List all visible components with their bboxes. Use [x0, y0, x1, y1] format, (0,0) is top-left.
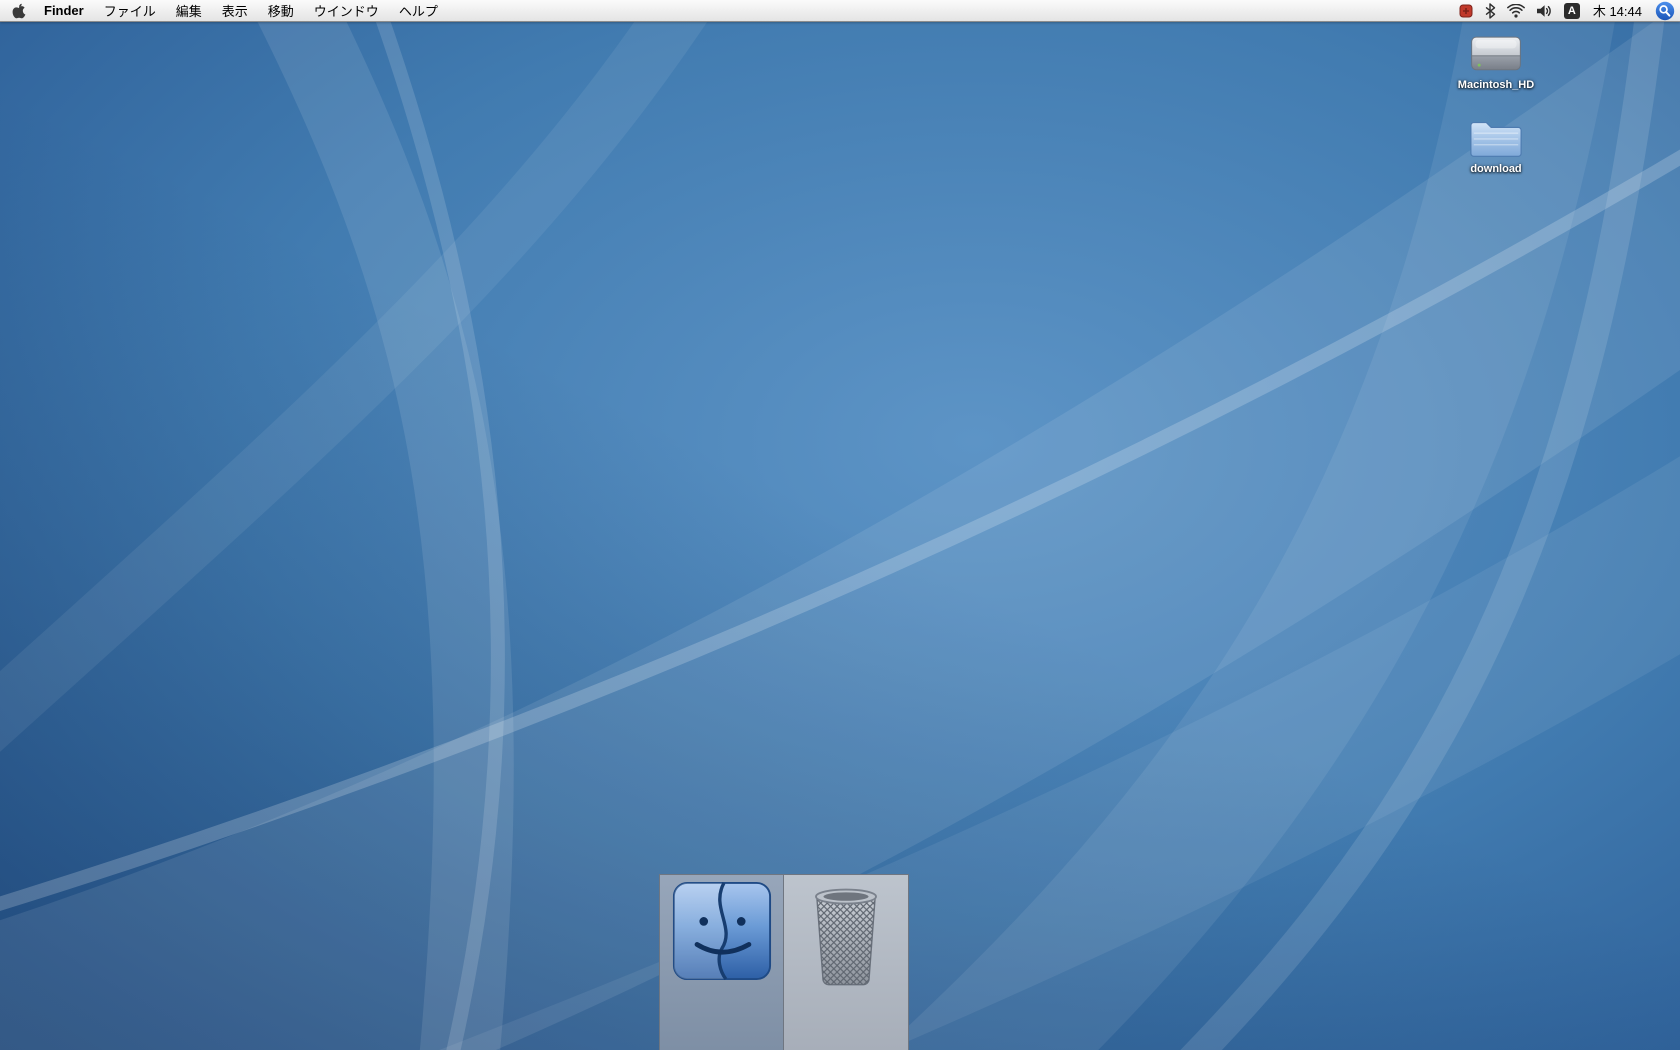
- menu-go[interactable]: 移動: [268, 1, 294, 20]
- trash-icon: [801, 875, 891, 1050]
- hard-drive-icon: [1467, 30, 1525, 76]
- apple-logo-icon: [12, 3, 26, 19]
- desktop-icon-macintosh-hd[interactable]: Macintosh_HD: [1446, 30, 1546, 92]
- menu-clock[interactable]: 木 14:44: [1593, 1, 1642, 20]
- menu-bar-left: Finder ファイル 編集 表示 移動 ウインドウ ヘルプ: [0, 0, 438, 21]
- folder-icon: [1468, 116, 1524, 160]
- volume-icon[interactable]: [1536, 4, 1553, 18]
- menu-help[interactable]: ヘルプ: [399, 1, 438, 20]
- airport-wifi-icon[interactable]: [1506, 3, 1525, 18]
- finder-icon: [672, 875, 772, 1050]
- dock: [659, 874, 909, 1050]
- dock-item-trash[interactable]: [784, 875, 908, 1050]
- menu-bar: Finder ファイル 編集 表示 移動 ウインドウ ヘルプ A 木 14:44: [0, 0, 1680, 22]
- spotlight-icon[interactable]: [1655, 1, 1675, 21]
- menu-file[interactable]: ファイル: [104, 1, 156, 20]
- input-method-icon[interactable]: A: [1563, 2, 1580, 19]
- desktop-icon-label: Macintosh_HD: [1457, 79, 1535, 91]
- menu-view[interactable]: 表示: [222, 1, 248, 20]
- menu-extra-icon[interactable]: [1459, 4, 1473, 18]
- desktop-icon-download[interactable]: download: [1446, 116, 1546, 176]
- menu-edit[interactable]: 編集: [176, 1, 202, 20]
- desktop-icon-label: download: [1470, 163, 1522, 175]
- bluetooth-icon[interactable]: [1484, 2, 1496, 19]
- apple-menu[interactable]: [12, 3, 26, 19]
- dock-item-finder[interactable]: [660, 875, 784, 1050]
- menu-window[interactable]: ウインドウ: [314, 1, 379, 20]
- app-menu-finder[interactable]: Finder: [44, 3, 84, 18]
- menu-bar-right: A 木 14:44: [1459, 0, 1680, 21]
